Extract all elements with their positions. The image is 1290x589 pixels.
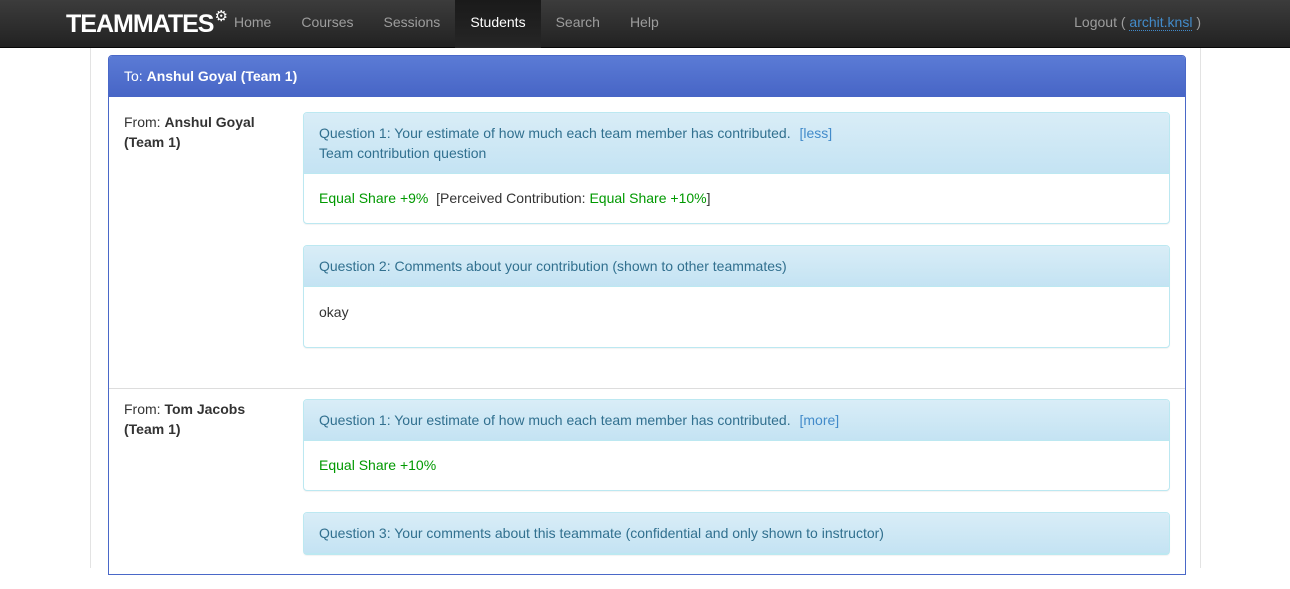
brand-logo[interactable]: TEAMMATES ⚙ xyxy=(66,4,228,44)
top-navbar: TEAMMATES ⚙ Home Courses Sessions Studen… xyxy=(0,0,1290,48)
nav-students[interactable]: Students xyxy=(455,0,541,48)
logout-area: Logout ( archit.knsl ) xyxy=(1074,0,1201,48)
brand-name: TEAMMATES xyxy=(66,9,214,38)
question-panel: Question 2: Comments about your contribu… xyxy=(303,245,1170,348)
logout-user-id[interactable]: archit.knsl xyxy=(1129,14,1193,31)
question-subtitle: Team contribution question xyxy=(319,145,487,161)
nav-sessions[interactable]: Sessions xyxy=(369,0,456,48)
giver-team: (Team 1) xyxy=(124,134,181,150)
question-heading: Question 1: Your estimate of how much ea… xyxy=(304,400,1169,441)
perceived-value: Equal Share +10% xyxy=(589,190,707,206)
question-answer: Equal Share +9% [Perceived Contribution:… xyxy=(304,174,1169,223)
less-toggle-link[interactable]: [less] xyxy=(799,125,832,141)
from-label: From: xyxy=(124,114,161,130)
contribution-value: Equal Share +9% xyxy=(319,190,429,206)
question-heading: Question 1: Your estimate of how much ea… xyxy=(304,113,1169,174)
giver-team: (Team 1) xyxy=(124,421,181,437)
logout-link[interactable]: Logout ( xyxy=(1074,14,1125,30)
from-label: From: xyxy=(124,401,161,417)
main-nav: Home Courses Sessions Students Search He… xyxy=(219,0,674,48)
question-title: Question 1: Your estimate of how much ea… xyxy=(319,125,791,141)
question-heading: Question 3: Your comments about this tea… xyxy=(304,513,1169,554)
answer-text: okay xyxy=(319,304,349,320)
recipient-name: Anshul Goyal (Team 1) xyxy=(146,68,298,84)
giver-row: From: Tom Jacobs (Team 1) Question 1: Yo… xyxy=(109,389,1185,589)
question-answer: okay xyxy=(304,287,1169,347)
question-title: Question 1: Your estimate of how much ea… xyxy=(319,412,791,428)
question-panel: Question 1: Your estimate of how much ea… xyxy=(303,112,1170,224)
logout-close-paren: ) xyxy=(1196,14,1201,30)
giver-row: From: Anshul Goyal (Team 1) Question 1: … xyxy=(109,97,1185,389)
nav-search[interactable]: Search xyxy=(541,0,615,48)
recipient-panel: To: Anshul Goyal (Team 1) From: Anshul G… xyxy=(108,55,1186,575)
recipient-heading[interactable]: To: Anshul Goyal (Team 1) xyxy=(109,56,1185,97)
nav-home[interactable]: Home xyxy=(219,0,286,48)
giver-label: From: Tom Jacobs (Team 1) xyxy=(124,399,274,439)
perceived-prefix: [Perceived Contribution: xyxy=(436,190,586,206)
giver-name: Tom Jacobs xyxy=(164,401,246,417)
question-panel: Question 1: Your estimate of how much ea… xyxy=(303,399,1170,491)
contribution-value: Equal Share +10% xyxy=(319,457,437,473)
question-panel: Question 3: Your comments about this tea… xyxy=(303,512,1170,555)
question-title: Question 2: Comments about your contribu… xyxy=(319,258,787,274)
question-answer: Equal Share +10% xyxy=(304,441,1169,490)
nav-help[interactable]: Help xyxy=(615,0,674,48)
giver-label: From: Anshul Goyal (Team 1) xyxy=(124,112,274,152)
main-container: To: Anshul Goyal (Team 1) From: Anshul G… xyxy=(90,48,1201,575)
giver-name: Anshul Goyal xyxy=(164,114,255,130)
perceived-suffix: ] xyxy=(706,190,711,206)
nav-courses[interactable]: Courses xyxy=(286,0,368,48)
more-toggle-link[interactable]: [more] xyxy=(799,412,839,428)
recipient-prefix: To: xyxy=(124,68,143,84)
question-heading: Question 2: Comments about your contribu… xyxy=(304,246,1169,287)
